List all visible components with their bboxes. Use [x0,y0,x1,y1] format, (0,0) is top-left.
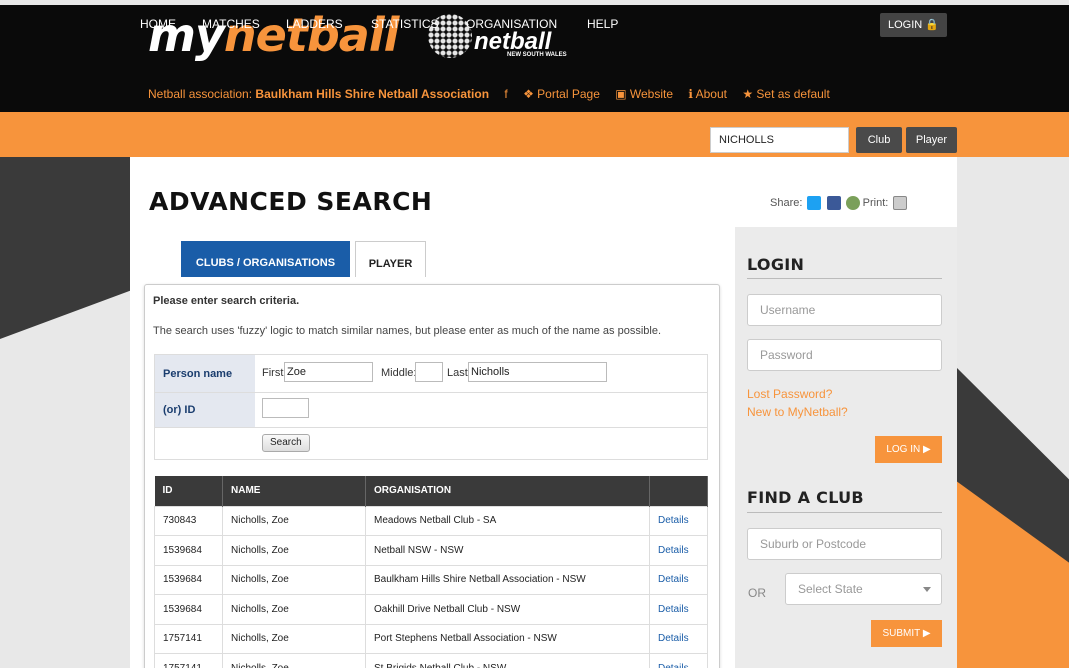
id-row: (or) ID [155,393,707,428]
username-input[interactable]: Username [747,294,942,326]
about-link[interactable]: ℹ About [688,87,727,101]
id-label: (or) ID [155,393,255,427]
table-row: 1539684 Nicholls, Zoe Netball NSW - NSW … [154,535,708,566]
share-people-icon[interactable] [845,196,860,210]
or-label: OR [748,586,766,600]
cell-id: 1539684 [154,594,223,625]
nav-ladders[interactable]: LADDERS [286,17,343,31]
cell-organisation: Baulkham Hills Shire Netball Association… [365,564,650,595]
nav-search-input[interactable]: NICHOLLS [710,127,849,153]
table-row: 1539684 Nicholls, Zoe Baulkham Hills Shi… [154,564,708,595]
nav-matches[interactable]: MATCHES [202,17,260,31]
middle-name-input[interactable] [415,362,443,382]
first-name-input[interactable]: Zoe [284,362,373,382]
chevron-down-icon [923,587,931,592]
submit-button[interactable]: SUBMIT ▶ [871,620,942,647]
cell-name: Nicholls, Zoe [222,505,366,536]
cell-id: 1757141 [154,653,223,668]
person-name-label: Person name [155,355,255,392]
state-select-value: Select State [798,582,863,596]
mynetball-logo[interactable]: mynetball [148,8,399,62]
details-link[interactable]: Details [649,653,708,668]
cell-name: Nicholls, Zoe [222,564,366,595]
results-table: ID NAME ORGANISATION 730843 Nicholls, Zo… [154,476,708,668]
cell-name: Nicholls, Zoe [222,623,366,654]
table-row: 1539684 Nicholls, Zoe Oakhill Drive Netb… [154,594,708,625]
login-button[interactable]: LOG IN ▶ [875,436,942,463]
search-prompt: Please enter search criteria. [153,295,300,307]
details-link[interactable]: Details [649,623,708,654]
new-user-link[interactable]: New to MyNetball? [747,405,848,419]
cell-id: 1539684 [154,564,223,595]
details-link[interactable]: Details [649,505,708,536]
table-row: 730843 Nicholls, Zoe Meadows Netball Clu… [154,505,708,536]
portal-page-link[interactable]: ❖ Portal Page [523,87,600,101]
last-name-input[interactable]: Nicholls [468,362,607,382]
col-actions [649,476,708,506]
cell-id: 1757141 [154,623,223,654]
tab-player[interactable]: PLAYER [355,241,426,277]
player-search-button[interactable]: Player [906,127,957,153]
set-default-link[interactable]: ★ Set as default [742,87,829,101]
cell-name: Nicholls, Zoe [222,594,366,625]
nav-statistics[interactable]: STATISTICS [371,17,439,31]
col-organisation: ORGANISATION [365,476,650,506]
table-row: 1757141 Nicholls, Zoe Port Stephens Netb… [154,623,708,654]
find-club-heading: FIND A CLUB [747,488,864,507]
netball-nsw-subtext: NEW SOUTH WALES [507,52,567,58]
nav-home[interactable]: HOME [140,17,176,31]
login-divider [747,278,942,279]
facebook-link[interactable]: f [504,87,507,101]
cell-organisation: St Brigids Netball Club - NSW [365,653,650,668]
tab-clubs-organisations[interactable]: CLUBS / ORGANISATIONS [181,241,350,277]
lost-password-link[interactable]: Lost Password? [747,387,832,401]
nav-help[interactable]: HELP [587,17,618,31]
share-label: Share: [770,196,803,209]
print-label: Print: [862,196,889,209]
details-link[interactable]: Details [649,564,708,595]
cell-name: Nicholls, Zoe [222,535,366,566]
website-link[interactable]: ▣ Website [615,87,673,101]
results-header-row: ID NAME ORGANISATION [154,476,708,506]
club-search-button[interactable]: Club [856,127,902,153]
cell-organisation: Meadows Netball Club - SA [365,505,650,536]
first-name-label: First: [262,367,287,379]
share-bar: Share: Print: [770,196,908,210]
cell-organisation: Netball NSW - NSW [365,535,650,566]
password-input[interactable]: Password [747,339,942,371]
id-input[interactable] [262,398,309,418]
cell-id: 1539684 [154,535,223,566]
details-link[interactable]: Details [649,535,708,566]
facebook-icon[interactable] [826,196,841,210]
page-title: ADVANCED SEARCH [149,187,433,216]
suburb-input[interactable]: Suburb or Postcode [747,528,942,560]
cell-name: Nicholls, Zoe [222,653,366,668]
search-button[interactable]: Search [262,434,310,452]
state-select[interactable]: Select State [785,573,942,605]
col-id: ID [154,476,223,506]
col-name: NAME [222,476,366,506]
search-description: The search uses 'fuzzy' logic to match s… [153,325,661,337]
cell-id: 730843 [154,505,223,536]
nav-organisation[interactable]: ORGANISATION [466,17,557,31]
association-name: Baulkham Hills Shire Netball Association [255,87,490,101]
login-heading: LOGIN [747,255,805,274]
association-prefix: Netball association: [148,87,253,101]
printer-icon[interactable] [893,196,908,210]
top-login-button[interactable]: LOGIN 🔒 [880,13,947,37]
cell-organisation: Oakhill Drive Netball Club - NSW [365,594,650,625]
details-link[interactable]: Details [649,594,708,625]
table-row: 1757141 Nicholls, Zoe St Brigids Netball… [154,653,708,668]
find-club-divider [747,512,942,513]
association-bar: Netball association: Baulkham Hills Shir… [148,87,830,101]
middle-name-label: Middle: [381,367,417,379]
cell-organisation: Port Stephens Netball Association - NSW [365,623,650,654]
twitter-icon[interactable] [807,196,822,210]
